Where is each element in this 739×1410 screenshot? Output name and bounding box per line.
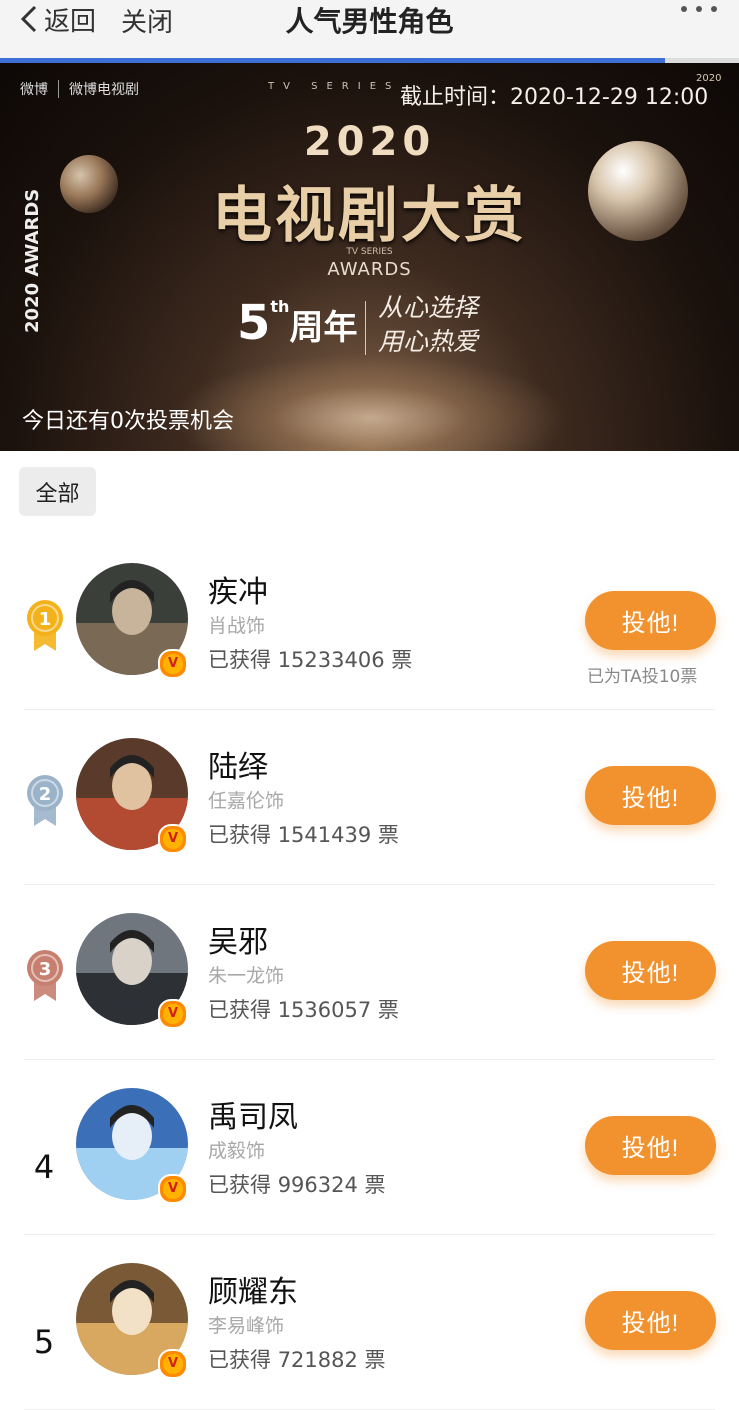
deadline-text: 截止时间：2020-12-29 12:00 (400, 85, 709, 110)
awards-text: AWARDS (327, 259, 412, 280)
slogan: 从心选择 用心热爱 (378, 293, 479, 356)
vote-button[interactable]: 投他! (585, 1116, 716, 1175)
actor-name: 任嘉伦饰 (208, 790, 285, 812)
verified-v-icon: V (158, 649, 188, 679)
vote-count: 已获得 721882 票 (208, 1348, 386, 1372)
side-award-text: 2020 AWARDS (22, 188, 43, 333)
filter-all-tab[interactable]: 全部 (19, 467, 96, 516)
vote-count: 已获得 1536057 票 (208, 998, 399, 1022)
decorative-ripple (170, 353, 570, 451)
rank-number: 2 (39, 784, 52, 805)
rank-number: 1 (39, 609, 52, 630)
character-name: 吴邪 (208, 925, 268, 960)
character-name: 疾冲 (208, 575, 268, 610)
character-name: 禹司凤 (208, 1100, 298, 1135)
vote-count: 已获得 15233406 票 (208, 648, 413, 672)
avatar[interactable]: V (76, 1263, 188, 1379)
verified-v-icon: V (158, 1349, 188, 1379)
candidate-row: 5 V 顾耀东 李易峰饰 已获得 721882 票 投他! (0, 1235, 739, 1410)
rank-number: 4 (33, 1148, 55, 1186)
candidate-row: 3 V 吴邪 朱一龙饰 已获得 1536057 票 投他! (0, 885, 739, 1060)
character-name: 顾耀东 (208, 1275, 298, 1310)
gold-medal-icon: 1 (27, 600, 63, 651)
candidate-list: 1 V 疾冲 肖战饰 已获得 15233406 票 投他! 已为TA投10票 2… (0, 535, 739, 1410)
actor-name: 成毅饰 (208, 1140, 266, 1162)
bronze-medal-icon: 3 (27, 950, 63, 1001)
candidate-row: 2 V 陆绎 任嘉伦饰 已获得 1541439 票 投他! (0, 710, 739, 885)
candidate-row: 4 V 禹司凤 成毅饰 已获得 996324 票 投他! (0, 1060, 739, 1235)
vote-chance-text: 今日还有0次投票机会 (22, 409, 234, 434)
event-banner: 微博 微博电视剧 TV SERIES 截止时间：2020-12-29 12:00… (0, 63, 739, 451)
verified-v-icon: V (158, 999, 188, 1029)
vote-button[interactable]: 投他! (585, 766, 716, 825)
vote-count: 已获得 1541439 票 (208, 823, 399, 847)
more-options-icon[interactable] (681, 6, 717, 12)
voted-note: 已为TA投10票 (587, 667, 698, 687)
vote-button[interactable]: 投他! (585, 591, 716, 650)
avatar[interactable]: V (76, 1088, 188, 1204)
top-nav-bar: 返回 关闭 人气男性角色 (0, 0, 739, 58)
actor-name: 肖战饰 (208, 615, 266, 637)
anniversary-label: 5th周年 (237, 295, 358, 351)
actor-name: 朱一龙饰 (208, 965, 285, 987)
actor-name: 李易峰饰 (208, 1315, 285, 1337)
silver-medal-icon: 2 (27, 775, 63, 826)
avatar[interactable]: V (76, 563, 188, 679)
partner-logos: 微博 微博电视剧 (20, 79, 139, 99)
awards-small-text: TV SERIES (346, 247, 393, 257)
vote-button[interactable]: 投他! (585, 941, 716, 1000)
page-title: 人气男性角色 (285, 5, 454, 38)
character-name: 陆绎 (208, 750, 268, 785)
banner-year: 2020 (303, 119, 436, 165)
vote-count: 已获得 996324 票 (208, 1173, 386, 1197)
corner-year-logo: 2020 (696, 73, 722, 84)
candidate-row: 1 V 疾冲 肖战饰 已获得 15233406 票 投他! 已为TA投10票 (0, 535, 739, 710)
rank-number: 5 (33, 1323, 55, 1361)
weibo-logo: 微博 (20, 82, 48, 98)
weibo-tv-logo: 微博电视剧 (69, 82, 139, 98)
avatar[interactable]: V (76, 738, 188, 854)
rank-number: 3 (39, 959, 52, 980)
verified-v-icon: V (158, 824, 188, 854)
banner-main-title: 电视剧大赏 (212, 181, 527, 251)
tv-series-text: TV SERIES (268, 81, 401, 92)
avatar[interactable]: V (76, 913, 188, 1029)
vote-button[interactable]: 投他! (585, 1291, 716, 1350)
verified-v-icon: V (158, 1174, 188, 1204)
